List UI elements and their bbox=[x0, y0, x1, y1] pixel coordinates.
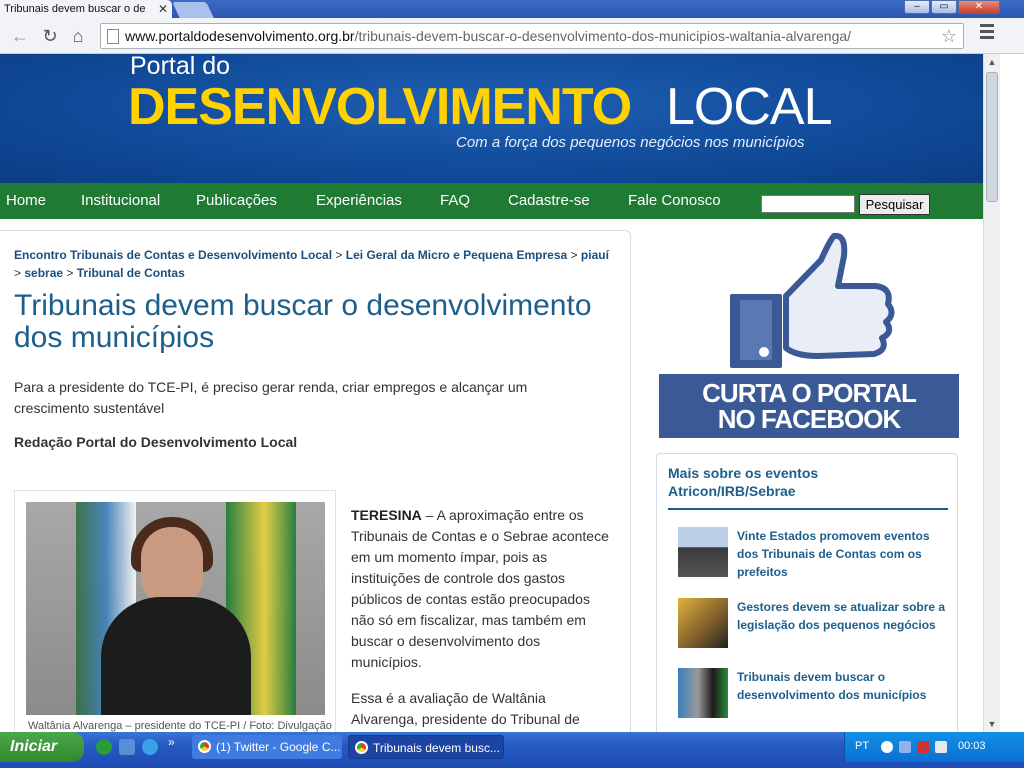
page-viewport: Portal do DESENVOLVIMENTO LOCAL Com a fo… bbox=[0, 54, 983, 732]
volume-icon[interactable] bbox=[935, 741, 947, 753]
browser-toolbar: ← ↻ ⌂ www.portaldodesenvolvimento.org.br… bbox=[0, 18, 1024, 54]
minimize-button[interactable]: – bbox=[904, 0, 930, 14]
maximize-button[interactable]: ▭ bbox=[931, 0, 957, 14]
banner-line3: LOCAL bbox=[666, 78, 833, 136]
article-paragraph: Essa é a avaliação de Waltânia Alvarenga… bbox=[351, 690, 580, 727]
new-tab-button[interactable] bbox=[172, 2, 214, 18]
url-path: /tribunais-devem-buscar-o-desenvolviment… bbox=[354, 28, 852, 44]
related-events-box: Mais sobre os eventos Atricon/IRB/Sebrae… bbox=[656, 453, 958, 732]
taskbar-window-twitter[interactable]: (1) Twitter - Google C... bbox=[192, 735, 342, 759]
nav-faq[interactable]: FAQ bbox=[440, 183, 470, 219]
thumbnail bbox=[678, 527, 728, 577]
close-window-button[interactable]: ✕ bbox=[958, 0, 1000, 14]
nav-experiencias[interactable]: Experiências bbox=[316, 183, 402, 219]
facebook-banner[interactable]: CURTA O PORTAL NO FACEBOOK bbox=[659, 374, 959, 438]
article-title: Tribunais devem buscar o desenvolvimento… bbox=[14, 289, 592, 354]
page-icon bbox=[107, 28, 119, 44]
related-link[interactable]: Vinte Estados promovem eventos dos Tribu… bbox=[737, 527, 951, 581]
breadcrumb-link[interactable]: piauí bbox=[581, 248, 609, 262]
breadcrumb-link[interactable]: Lei Geral da Micro e Pequena Empresa bbox=[346, 248, 567, 262]
thumbnail bbox=[678, 598, 728, 648]
chrome-icon bbox=[355, 741, 368, 754]
chrome-menu-icon[interactable] bbox=[980, 24, 994, 42]
sidebar: CURTA O PORTAL NO FACEBOOK Mais sobre os… bbox=[656, 230, 962, 732]
breadcrumb-link[interactable]: sebrae bbox=[24, 266, 63, 280]
tab-close-icon[interactable]: ✕ bbox=[158, 2, 168, 16]
photo-caption: Waltânia Alvarenga – presidente do TCE-P… bbox=[28, 720, 332, 732]
nav-publicacoes[interactable]: Publicações bbox=[196, 183, 277, 219]
bookmark-star-icon[interactable]: ☆ bbox=[941, 26, 957, 47]
url-domain: www.portaldodesenvolvimento.org.br bbox=[125, 28, 355, 44]
scroll-thumb[interactable] bbox=[986, 72, 998, 202]
language-indicator[interactable]: PT bbox=[855, 740, 869, 752]
nav-fale-conosco[interactable]: Fale Conosco bbox=[628, 183, 721, 219]
start-button[interactable]: Iniciar bbox=[0, 732, 84, 762]
utorrent-icon[interactable] bbox=[96, 739, 112, 755]
taskbar-window-tribunais[interactable]: Tribunais devem busc... bbox=[348, 735, 504, 759]
vertical-scrollbar[interactable]: ▲ ▼ bbox=[983, 54, 1000, 732]
reload-icon[interactable]: ↻ bbox=[38, 24, 62, 48]
thumbnail bbox=[678, 668, 728, 718]
tab-title: Tribunais devem buscar o de bbox=[4, 3, 146, 15]
article-lead: Para a presidente do TCE-PI, é preciso g… bbox=[14, 379, 528, 416]
search-button[interactable]: Pesquisar bbox=[859, 194, 930, 215]
photo-figure: Waltânia Alvarenga – presidente do TCE-P… bbox=[14, 490, 336, 732]
chrome-icon bbox=[198, 740, 211, 753]
ie-icon[interactable] bbox=[142, 739, 158, 755]
scroll-up-icon[interactable]: ▲ bbox=[984, 54, 1000, 70]
system-tray: PT 00:03 bbox=[844, 732, 1024, 762]
author-photo bbox=[26, 502, 325, 715]
back-icon[interactable]: ← bbox=[8, 24, 32, 48]
related-link[interactable]: Gestores devem se atualizar sobre a legi… bbox=[737, 598, 951, 634]
banner-line2: DESENVOLVIMENTO bbox=[128, 78, 632, 136]
taskbar: Iniciar » (1) Twitter - Google C... Trib… bbox=[0, 732, 1024, 768]
related-link[interactable]: Tribunais devem buscar o desenvolvimento… bbox=[737, 668, 951, 704]
more-icon[interactable]: » bbox=[168, 735, 184, 751]
nav-home[interactable]: Home bbox=[6, 183, 46, 219]
search-input[interactable] bbox=[761, 195, 855, 213]
breadcrumb-link[interactable]: Tribunal de Contas bbox=[77, 266, 185, 280]
home-icon[interactable]: ⌂ bbox=[66, 24, 90, 48]
site-banner[interactable]: Portal do DESENVOLVIMENTO LOCAL Com a fo… bbox=[0, 54, 983, 183]
nav-institucional[interactable]: Institucional bbox=[81, 183, 160, 219]
article-byline: Redação Portal do Desenvolvimento Local bbox=[14, 434, 298, 450]
tray-arrow-icon[interactable] bbox=[881, 741, 893, 753]
app-icon[interactable] bbox=[119, 739, 135, 755]
facebook-like-icon[interactable] bbox=[726, 230, 896, 375]
breadcrumb-link[interactable]: Encontro Tribunais de Contas e Desenvolv… bbox=[14, 248, 332, 262]
banner-tagline: Com a força dos pequenos negócios nos mu… bbox=[456, 134, 805, 151]
related-title: Mais sobre os eventos Atricon/IRB/Sebrae bbox=[668, 464, 948, 510]
dateline: TERESINA bbox=[351, 507, 422, 523]
nav-cadastre-se[interactable]: Cadastre-se bbox=[508, 183, 590, 219]
network-icon[interactable] bbox=[899, 741, 911, 753]
main-nav: Home Institucional Publicações Experiênc… bbox=[0, 183, 983, 219]
window-titlebar: Tribunais devem buscar o de ✕ – ▭ ✕ bbox=[0, 0, 1024, 18]
browser-tab-active[interactable]: Tribunais devem buscar o de ✕ bbox=[0, 0, 172, 18]
article-paragraph: TERESINA – A aproximação entre os Tribun… bbox=[351, 507, 609, 670]
scroll-down-icon[interactable]: ▼ bbox=[984, 716, 1000, 732]
article-panel: Encontro Tribunais de Contas e Desenvolv… bbox=[0, 230, 631, 732]
breadcrumb: Encontro Tribunais de Contas e Desenvolv… bbox=[14, 248, 609, 280]
security-icon[interactable] bbox=[917, 741, 929, 753]
clock: 00:03 bbox=[958, 740, 986, 752]
address-bar[interactable]: www.portaldodesenvolvimento.org.br/tribu… bbox=[100, 23, 964, 49]
